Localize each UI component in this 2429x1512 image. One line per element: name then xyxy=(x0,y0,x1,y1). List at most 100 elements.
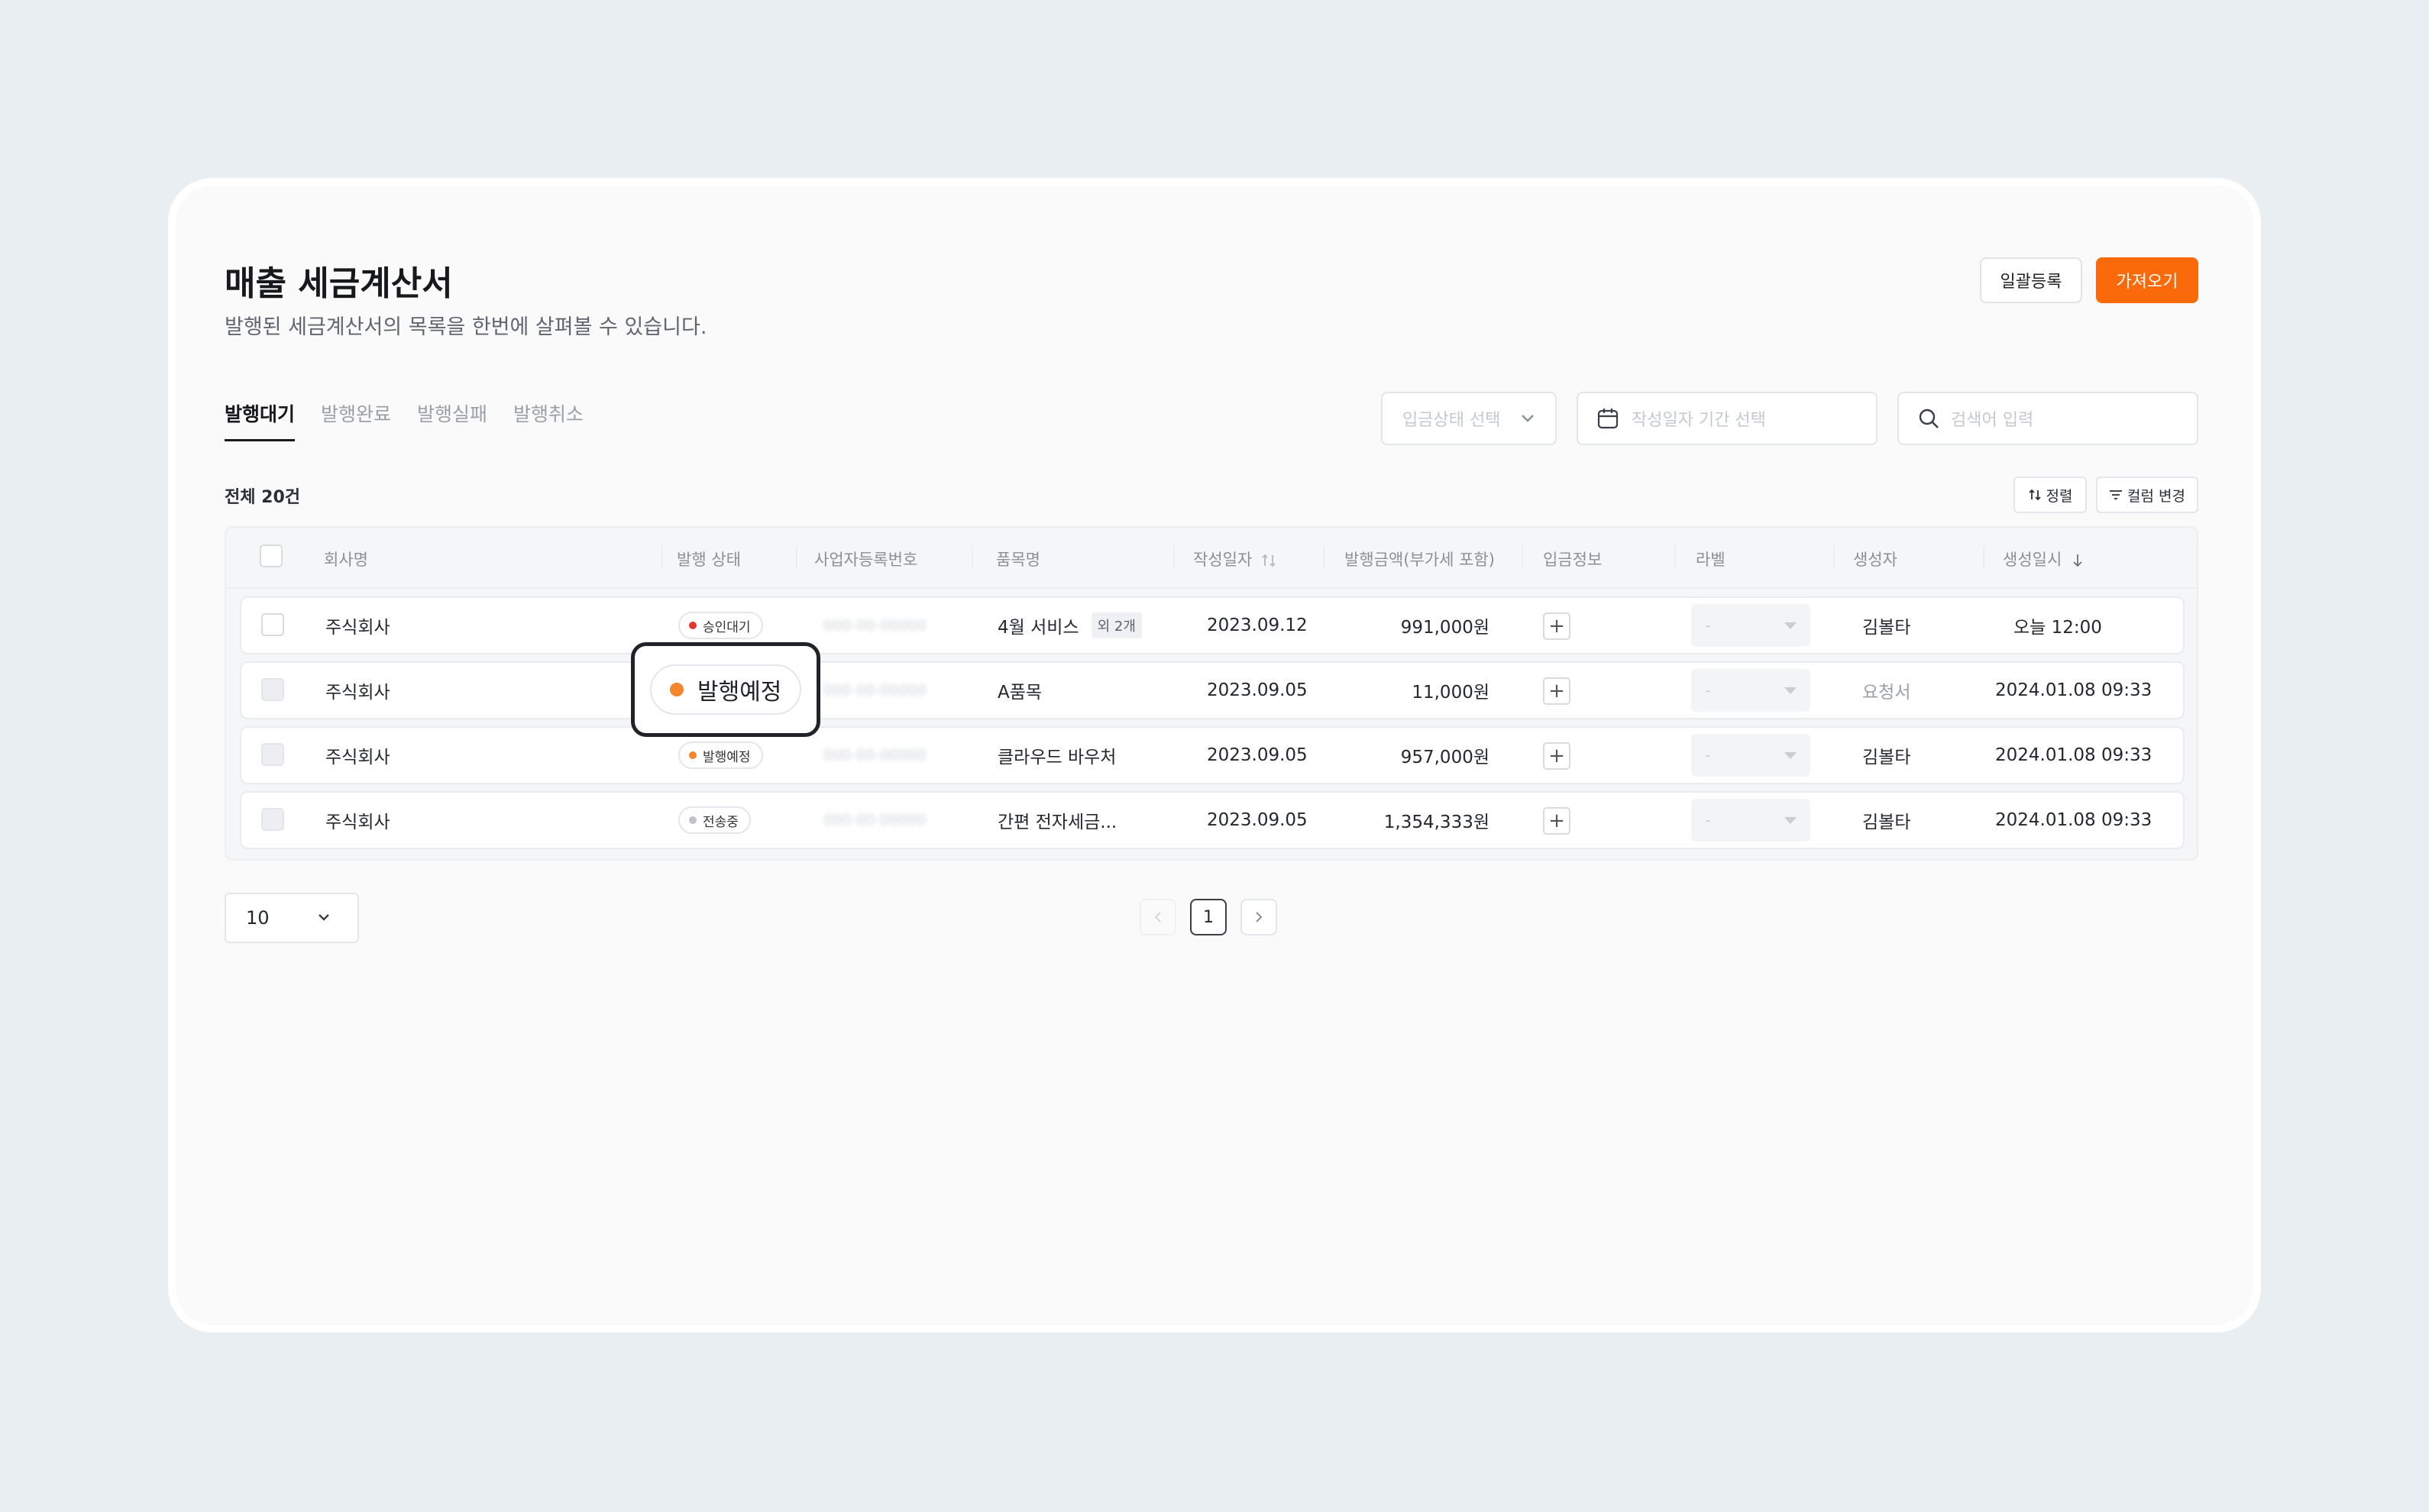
add-deposit-button[interactable]: + xyxy=(1543,677,1570,705)
table-row[interactable]: 주식회사 000-00-00000 A품목 2023.09.05 11,000원… xyxy=(240,661,2185,719)
add-deposit-button[interactable]: + xyxy=(1543,742,1570,770)
table-row[interactable]: 주식회사 전송중 000-00-00000 간편 전자세금... 2023.09… xyxy=(240,791,2185,849)
tab-cancelled[interactable]: 발행취소 xyxy=(513,399,584,441)
search-icon xyxy=(1919,409,1939,428)
chevron-right-icon xyxy=(1256,912,1263,922)
next-page-button[interactable] xyxy=(1240,899,1277,935)
label-select[interactable]: - xyxy=(1691,604,1810,647)
page-1-button[interactable]: 1 xyxy=(1190,899,1227,935)
header-status: 발행 상태 xyxy=(677,551,741,569)
invoice-card: 매출 세금계산서 발행된 세금계산서의 목록을 한번에 살펴볼 수 있습니다. … xyxy=(176,186,2253,1325)
issue-amount: 1,354,333원 xyxy=(1383,813,1489,832)
created-at: 2024.01.08 09:33 xyxy=(1995,745,2152,765)
creator-name: 요청서 xyxy=(1862,683,1911,703)
header-divider xyxy=(796,546,797,569)
header-date[interactable]: 작성일자 xyxy=(1193,548,1277,570)
item-name: 클라우드 바우처 xyxy=(998,748,1117,767)
header-created-at-label: 생성일시 xyxy=(2003,551,2062,569)
chevron-left-icon xyxy=(1154,912,1161,922)
row-checkbox[interactable] xyxy=(261,613,284,636)
created-at: 오늘 12:00 xyxy=(2013,618,2102,638)
item-name: A품목 xyxy=(998,683,1043,703)
label-value: - xyxy=(1705,811,1711,829)
table-row[interactable]: 주식회사 승인대기 000-00-00000 4월 서비스 외 2개 2023.0… xyxy=(240,596,2185,654)
total-count: 전체 20건 xyxy=(225,488,300,507)
status-label: 발행예정 xyxy=(703,749,751,765)
header-deposit: 입금정보 xyxy=(1543,551,1603,569)
column-change-button[interactable]: 컬럼 변경 xyxy=(2096,477,2198,513)
sort-arrows-icon xyxy=(1262,554,1276,567)
written-date: 2023.09.05 xyxy=(1207,810,1308,830)
biz-number: 000-00-00000 xyxy=(823,812,927,829)
tab-failed[interactable]: 발행실패 xyxy=(417,399,487,441)
item-name-text: 4월 서비스 xyxy=(998,618,1079,638)
item-name: 4월 서비스 외 2개 xyxy=(998,598,1142,653)
written-date: 2023.09.05 xyxy=(1207,745,1308,765)
page-size-select[interactable]: 10 xyxy=(225,893,359,943)
search-placeholder: 검색어 입력 xyxy=(1951,411,2034,430)
arrow-down-icon xyxy=(2073,554,2082,567)
label-select[interactable]: - xyxy=(1691,734,1810,777)
created-at: 2024.01.08 09:33 xyxy=(1995,680,2152,700)
header-divider xyxy=(1522,546,1523,569)
callout-status-label: 발행예정 xyxy=(697,679,782,706)
header-divider xyxy=(1674,546,1676,569)
invoice-table: 회사명 발행 상태 사업자등록번호 품목명 작성일자 발행금액(부가세 포함) … xyxy=(225,526,2198,861)
header-biz-no: 사업자등록번호 xyxy=(814,551,918,569)
import-button[interactable]: 가져오기 xyxy=(2096,257,2198,303)
page-title: 매출 세금계산서 xyxy=(225,264,453,303)
page-subtitle: 발행된 세금계산서의 목록을 한번에 살펴볼 수 있습니다. xyxy=(225,315,707,339)
status-callout: 발행예정 xyxy=(631,642,820,737)
add-deposit-button[interactable]: + xyxy=(1543,612,1570,640)
issue-amount: 991,000원 xyxy=(1400,618,1489,638)
status-dot xyxy=(689,622,697,629)
search-input[interactable]: 검색어 입력 xyxy=(1897,392,2198,445)
callout-status-badge: 발행예정 xyxy=(650,664,801,715)
creator-name: 김볼타 xyxy=(1862,748,1911,767)
date-range-placeholder: 작성일자 기간 선택 xyxy=(1632,411,1766,430)
row-checkbox[interactable] xyxy=(261,743,284,766)
header-created-at[interactable]: 생성일시 xyxy=(2003,548,2084,570)
date-range-picker[interactable]: 작성일자 기간 선택 xyxy=(1577,392,1878,445)
tab-pending[interactable]: 발행대기 xyxy=(225,399,296,441)
status-label: 승인대기 xyxy=(703,619,751,635)
caret-down-icon xyxy=(1784,622,1797,629)
status-badge: 발행예정 xyxy=(678,741,763,769)
deposit-status-select[interactable]: 입금상태 선택 xyxy=(1381,392,1557,445)
written-date: 2023.09.12 xyxy=(1207,615,1308,635)
company-name: 주식회사 xyxy=(325,683,390,703)
issue-amount: 11,000원 xyxy=(1412,683,1489,703)
status-dot xyxy=(670,683,684,696)
issue-amount: 957,000원 xyxy=(1400,748,1489,767)
header-date-label: 작성일자 xyxy=(1193,551,1253,569)
header-item: 품목명 xyxy=(996,551,1040,569)
status-badge: 전송중 xyxy=(678,806,751,834)
row-checkbox[interactable] xyxy=(261,678,284,701)
header-divider xyxy=(1833,546,1835,569)
chevron-down-icon xyxy=(319,914,329,921)
table-row[interactable]: 주식회사 발행예정 000-00-00000 클라우드 바우처 2023.09.… xyxy=(240,726,2185,784)
row-checkbox[interactable] xyxy=(261,808,284,831)
column-change-label: 컬럼 변경 xyxy=(2127,487,2185,505)
add-deposit-button[interactable]: + xyxy=(1543,807,1570,835)
prev-page-button[interactable] xyxy=(1140,899,1176,935)
status-badge: 승인대기 xyxy=(678,612,763,639)
status-dot xyxy=(689,751,697,759)
company-name: 주식회사 xyxy=(325,618,390,638)
bulk-register-button[interactable]: 일괄등록 xyxy=(1980,257,2082,303)
written-date: 2023.09.05 xyxy=(1207,680,1308,700)
label-select[interactable]: - xyxy=(1691,669,1810,712)
creator-name: 김볼타 xyxy=(1862,618,1911,638)
label-value: - xyxy=(1705,616,1711,635)
label-select[interactable]: - xyxy=(1691,799,1810,842)
biz-number: 000-00-00000 xyxy=(823,747,927,764)
sort-button[interactable]: 정렬 xyxy=(2013,477,2087,513)
page-size-value: 10 xyxy=(246,907,270,929)
status-label: 전송중 xyxy=(703,814,739,830)
tab-issued[interactable]: 발행완료 xyxy=(321,399,391,441)
header-divider xyxy=(1323,546,1324,569)
select-all-checkbox[interactable] xyxy=(260,544,283,567)
header-creator: 생성자 xyxy=(1853,551,1897,569)
header-label: 라벨 xyxy=(1696,551,1726,569)
sort-arrows-icon xyxy=(2028,489,2041,501)
